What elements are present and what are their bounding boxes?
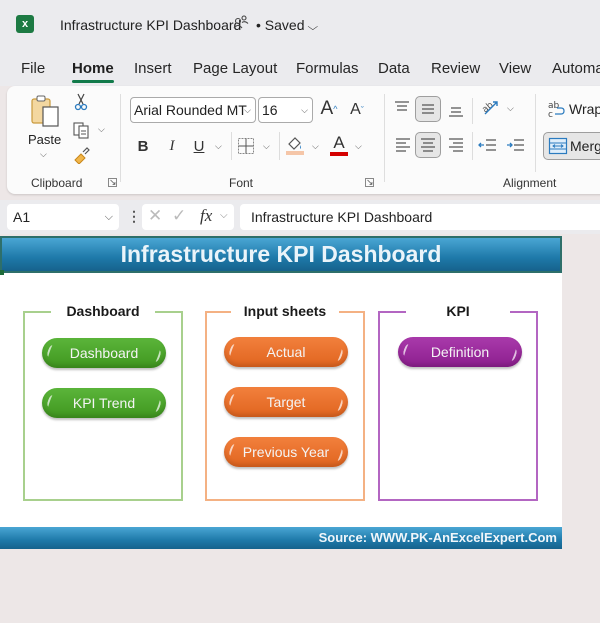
font-color-button[interactable]: A: [329, 132, 349, 158]
chevron-down-icon[interactable]: ⌵: [40, 149, 47, 160]
panel-title: Dashboard: [66, 303, 140, 319]
title-bar: x Infrastructure KPI Dashboard • Saved ⌵: [0, 0, 600, 50]
svg-text:c: c: [548, 110, 553, 119]
chevron-down-icon: ⌵: [301, 105, 308, 115]
shrink-font-icon: A: [350, 101, 361, 118]
people-icon[interactable]: [233, 15, 249, 32]
target-nav-button[interactable]: Target: [224, 387, 348, 417]
dialog-launcher-icon[interactable]: ↘: [108, 178, 117, 187]
dialog-launcher-icon[interactable]: ↘: [365, 178, 374, 187]
font-name-select[interactable]: Arial Rounded MT ⌵: [130, 97, 256, 123]
format-painter-icon[interactable]: [73, 146, 91, 164]
tab-formulas[interactable]: Formulas: [296, 60, 359, 77]
ribbon-tabs: File Home Insert Page Layout Formulas Da…: [0, 50, 600, 86]
alignment-group-label: Alignment: [503, 176, 557, 190]
decrease-indent-icon[interactable]: [477, 135, 499, 155]
formula-input[interactable]: Infrastructure KPI Dashboard: [240, 204, 600, 230]
bottom-align-icon[interactable]: [445, 100, 467, 120]
paste-icon[interactable]: [29, 94, 63, 128]
chevron-down-icon: ⌵: [244, 105, 251, 115]
align-left-icon[interactable]: [393, 135, 413, 155]
chevron-down-icon: ⌵: [306, 22, 318, 33]
tab-insert[interactable]: Insert: [134, 60, 172, 77]
save-status-label: • Saved: [256, 17, 305, 33]
grow-font-icon: A: [320, 98, 334, 119]
italic-button[interactable]: I: [164, 136, 180, 156]
underline-button[interactable]: U: [191, 136, 207, 156]
worksheet[interactable]: Infrastructure KPI Dashboard Dashboard D…: [0, 236, 562, 549]
name-box-value: A1: [13, 209, 31, 225]
panel-title: KPI: [446, 303, 470, 319]
chevron-down-icon[interactable]: ⌵: [98, 124, 105, 135]
enter-icon[interactable]: ✓: [172, 206, 186, 226]
cancel-icon[interactable]: ✕: [148, 206, 162, 226]
align-center-icon[interactable]: [415, 132, 441, 158]
tab-file[interactable]: File: [21, 60, 45, 77]
font-group-label: Font: [229, 176, 254, 190]
shrink-font-button[interactable]: Aˇ: [348, 100, 366, 120]
align-right-icon[interactable]: [446, 135, 466, 155]
selection-fill-handle[interactable]: [0, 270, 4, 275]
font-name-value: Arial Rounded MT: [134, 102, 247, 118]
wrap-text-icon[interactable]: ab c: [547, 99, 567, 119]
merge-icon: [548, 136, 568, 156]
increase-indent-icon[interactable]: [505, 135, 527, 155]
input-sheets-panel: Input sheets Actual Target Previous Year: [205, 303, 365, 501]
chevron-down-icon[interactable]: ⌵: [312, 141, 319, 152]
dashboard-title-banner[interactable]: Infrastructure KPI Dashboard: [0, 236, 562, 273]
tab-page-layout[interactable]: Page Layout: [193, 60, 277, 77]
tab-view[interactable]: View: [499, 60, 531, 77]
panel-title: Input sheets: [243, 303, 327, 319]
tab-data[interactable]: Data: [378, 60, 410, 77]
definition-nav-button[interactable]: Definition: [398, 337, 522, 367]
font-size-select[interactable]: 16 ⌵: [258, 97, 313, 123]
tab-home[interactable]: Home: [72, 60, 114, 83]
ribbon: Paste ⌵ ⌵ Clipboard ↘ Arial Rounded MT ⌵…: [7, 86, 600, 194]
chevron-down-icon[interactable]: ⌵: [507, 103, 514, 114]
bold-button[interactable]: B: [135, 136, 151, 156]
borders-icon[interactable]: [236, 136, 256, 156]
copy-icon[interactable]: [71, 120, 91, 140]
chevron-down-icon[interactable]: ⌵: [355, 141, 362, 152]
grow-font-button[interactable]: A ^: [319, 98, 339, 120]
tab-review[interactable]: Review: [431, 60, 480, 77]
name-box[interactable]: A1 ⌵: [7, 204, 119, 230]
font-size-value: 16: [262, 102, 278, 118]
merge-center-button[interactable]: Merg: [543, 132, 600, 160]
more-options-icon[interactable]: ⋮: [127, 208, 141, 225]
kpi-trend-nav-button[interactable]: KPI Trend: [42, 388, 166, 418]
merge-label: Merg: [570, 138, 600, 154]
fill-color-icon[interactable]: [285, 134, 305, 156]
save-status[interactable]: • Saved ⌵: [256, 17, 318, 33]
font-color-icon: A: [333, 133, 345, 152]
chevron-down-icon[interactable]: ⌵: [220, 210, 228, 221]
formula-controls: ✕ ✓ fx ⌵: [142, 204, 234, 230]
previous-year-nav-button[interactable]: Previous Year: [224, 437, 348, 467]
chevron-down-icon: ⌵: [104, 211, 113, 223]
chevron-down-icon[interactable]: ⌵: [215, 141, 222, 152]
middle-align-icon[interactable]: [415, 96, 441, 122]
dashboard-panel: Dashboard Dashboard KPI Trend: [23, 303, 183, 501]
cut-icon[interactable]: [73, 93, 89, 111]
actual-nav-button[interactable]: Actual: [224, 337, 348, 367]
insert-function-button[interactable]: fx: [200, 206, 212, 226]
orientation-icon[interactable]: ab: [478, 95, 502, 119]
clipboard-group-label: Clipboard: [31, 176, 83, 190]
formula-bar: A1 ⌵ ⋮ ✕ ✓ fx ⌵ Infrastructure KPI Dashb…: [0, 200, 600, 234]
top-align-icon[interactable]: [392, 98, 412, 118]
tab-automate[interactable]: Automa: [552, 60, 600, 77]
wrap-text-button[interactable]: Wrap: [569, 101, 600, 117]
chevron-down-icon[interactable]: ⌵: [263, 141, 270, 152]
document-title[interactable]: Infrastructure KPI Dashboard: [60, 17, 241, 33]
paste-button[interactable]: Paste: [28, 132, 61, 147]
source-footer: Source: WWW.PK-AnExcelExpert.Com: [0, 527, 562, 549]
excel-icon: x: [16, 15, 38, 33]
kpi-panel: KPI Definition: [378, 303, 538, 501]
dashboard-nav-button[interactable]: Dashboard: [42, 338, 166, 368]
